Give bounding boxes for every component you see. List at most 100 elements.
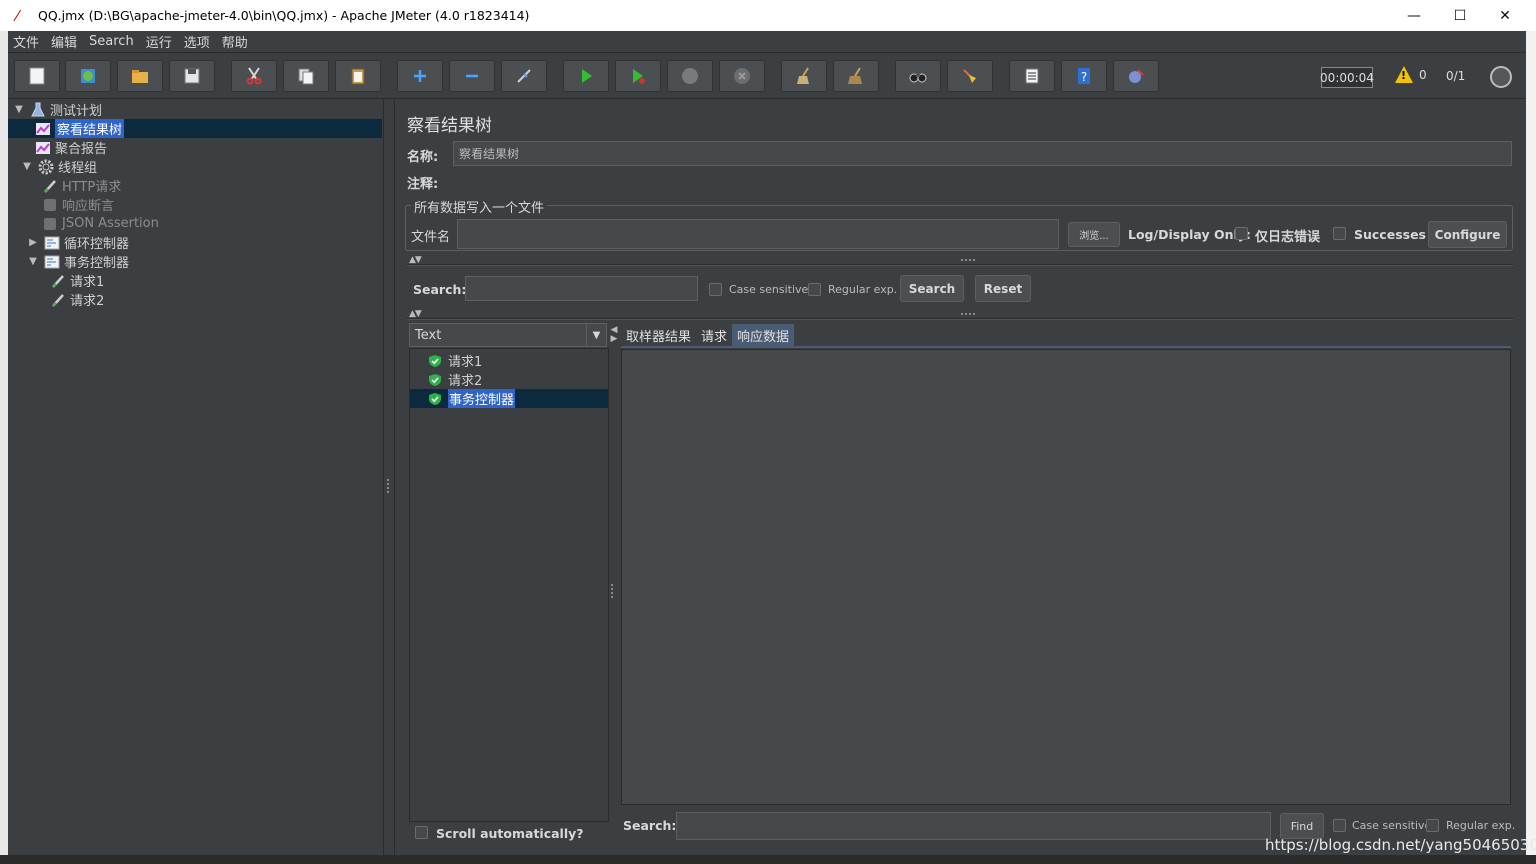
start-button[interactable] (563, 60, 609, 92)
test-plan-icon (30, 102, 46, 118)
bottom-case-sensitive-checkbox[interactable] (1333, 819, 1346, 832)
scroll-automatically-checkbox[interactable] (415, 826, 428, 839)
menu-options[interactable]: 选项 (184, 32, 210, 51)
renderer-select[interactable]: Text ▼ (409, 323, 607, 347)
bottom-search-input[interactable] (676, 812, 1271, 840)
scissors-icon (246, 67, 262, 85)
regular-exp-checkbox[interactable] (808, 283, 821, 296)
filename-input[interactable] (457, 219, 1059, 249)
menu-search[interactable]: Search (89, 34, 134, 49)
reset-search-button[interactable] (947, 60, 993, 92)
menu-help[interactable]: 帮助 (222, 32, 248, 51)
remote-start-button[interactable] (1113, 60, 1159, 92)
help-button[interactable]: ? (1061, 60, 1107, 92)
tree-item[interactable]: 请求2 (50, 290, 104, 309)
log-viewer-icon[interactable] (1490, 66, 1512, 88)
function-helper-button[interactable] (1009, 60, 1055, 92)
result-item-label: 请求1 (448, 355, 483, 370)
reset-button[interactable]: Reset (975, 275, 1031, 302)
watermark: https://blog.csdn.net/yang504650308 (1265, 836, 1536, 854)
tree-item[interactable]: ▼ 事务控制器 (28, 252, 129, 271)
panel-title: 察看结果树 (407, 116, 492, 136)
horizontal-grip-2[interactable] (961, 313, 975, 316)
bottom-regular-exp-checkbox[interactable] (1426, 819, 1439, 832)
response-data-area[interactable] (621, 349, 1511, 805)
tree-item[interactable]: 响应断言 (42, 195, 114, 214)
successes-label: Successes (1354, 227, 1426, 242)
close-button[interactable]: ✕ (1482, 0, 1528, 31)
successes-checkbox[interactable] (1333, 227, 1346, 240)
browse-button[interactable]: 浏览... (1068, 222, 1120, 247)
minimize-button[interactable]: — (1391, 0, 1437, 31)
result-item[interactable]: 事务控制器 (410, 389, 608, 408)
list-icon (1025, 68, 1039, 84)
paste-button[interactable] (335, 60, 381, 92)
scroll-automatically-label: Scroll automatically? (436, 826, 584, 841)
toolbar: ? (8, 54, 1526, 99)
errors-only-checkbox[interactable] (1235, 227, 1248, 240)
stop-button[interactable] (667, 60, 713, 92)
expand-all-button[interactable] (397, 60, 443, 92)
search-button[interactable]: Search (900, 275, 964, 302)
tree-item-label: 请求2 (70, 294, 105, 309)
errors-only-label: 仅日志错误 (1255, 230, 1321, 245)
tree-toggle-icon[interactable]: ▼ (22, 161, 32, 172)
tree-toggle-icon[interactable]: ▼ (28, 256, 38, 267)
case-sensitive-checkbox[interactable] (709, 283, 722, 296)
new-file-icon (29, 67, 45, 85)
warning-indicator[interactable]: 0 (1395, 66, 1427, 83)
tree-item[interactable]: JSON Assertion (42, 214, 159, 233)
pipette-icon (42, 178, 58, 194)
tree-item[interactable]: ▼ 线程组 (22, 157, 97, 176)
dropdown-arrow-icon[interactable]: ▼ (586, 324, 606, 346)
name-field[interactable]: 察看结果树 (453, 141, 1512, 166)
menu-edit[interactable]: 编辑 (51, 32, 77, 51)
tree-item[interactable]: ▼ 测试计划 (14, 100, 102, 119)
success-shield-icon (429, 354, 441, 367)
open-button[interactable] (117, 60, 163, 92)
cut-button[interactable] (231, 60, 277, 92)
templates-button[interactable] (65, 60, 111, 92)
tree-item[interactable]: HTTP请求 (42, 176, 121, 195)
tab-sampler-result[interactable]: 取样器结果 (621, 324, 697, 346)
maximize-button[interactable]: ☐ (1437, 0, 1483, 31)
horizontal-grip[interactable] (961, 259, 975, 262)
new-button[interactable] (14, 60, 60, 92)
tree-item[interactable]: 请求1 (50, 271, 104, 290)
broom-clear-icon (797, 67, 809, 84)
copy-button[interactable] (283, 60, 329, 92)
tree-item-label: 响应断言 (62, 199, 115, 214)
inner-collapse-arrows[interactable]: ◀▶ (609, 325, 619, 343)
search-button-toolbar[interactable] (895, 60, 941, 92)
clear-button[interactable] (781, 60, 827, 92)
tree-toggle-icon[interactable]: ▼ (14, 104, 24, 115)
tree-toggle-icon[interactable]: ▶ (28, 237, 38, 248)
result-item[interactable]: 请求1 (410, 351, 608, 370)
clear-all-button[interactable] (833, 60, 879, 92)
tree-item[interactable]: 察看结果树 (8, 119, 382, 138)
menu-file[interactable]: 文件 (13, 32, 39, 51)
tree-item[interactable]: ▶ 循环控制器 (28, 233, 129, 252)
tree-item[interactable]: 聚合报告 (35, 138, 107, 157)
start-no-pauses-button[interactable] (615, 60, 661, 92)
tab-response-data[interactable]: 响应数据 (732, 324, 795, 346)
pipette-icon (50, 292, 66, 308)
search-input[interactable] (465, 276, 698, 301)
toggle-button[interactable] (501, 60, 547, 92)
shutdown-button[interactable] (719, 60, 765, 92)
bottom-regular-exp-label: Regular exp. (1446, 819, 1516, 832)
minus-icon (466, 74, 478, 78)
background-window-edge-right (1526, 31, 1536, 855)
result-item[interactable]: 请求2 (410, 370, 608, 389)
stop-icon (682, 68, 698, 84)
inner-splitter-grip[interactable] (611, 584, 614, 598)
collapse-all-button[interactable] (449, 60, 495, 92)
menu-run[interactable]: 运行 (146, 32, 172, 51)
save-button[interactable] (169, 60, 215, 92)
tab-request[interactable]: 请求 (696, 324, 733, 346)
vertical-splitter[interactable] (384, 99, 394, 855)
tree-item-label: HTTP请求 (62, 180, 122, 195)
tree-item-label: JSON Assertion (62, 216, 159, 231)
comment-field[interactable] (447, 171, 1512, 191)
configure-button[interactable]: Configure (1428, 221, 1507, 248)
